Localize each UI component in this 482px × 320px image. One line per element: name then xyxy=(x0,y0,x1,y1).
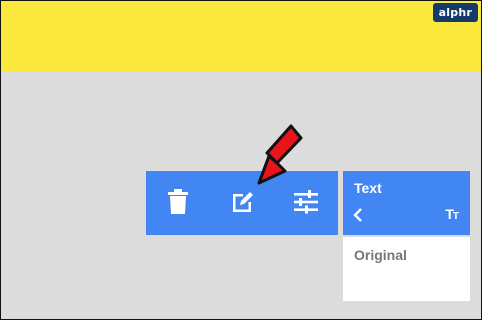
watermark-logo: alphr xyxy=(432,3,478,22)
delete-button[interactable] xyxy=(160,184,196,220)
sliders-icon xyxy=(294,190,318,214)
font-size-icon-small: T xyxy=(452,211,459,222)
option-original[interactable]: Original xyxy=(354,247,407,263)
trash-icon xyxy=(168,189,188,214)
text-panel-title: Text xyxy=(354,180,382,196)
text-panel-header: Text TT xyxy=(343,171,470,235)
chevron-left-icon[interactable] xyxy=(351,207,367,223)
edit-icon xyxy=(233,192,253,212)
text-options-list: Original xyxy=(343,237,470,301)
font-size-icon[interactable]: TT xyxy=(445,206,459,222)
font-size-icon-large: T xyxy=(445,206,454,222)
screenshot-frame: alphr Text TT Original xyxy=(0,0,482,320)
red-arrow-annotation xyxy=(257,124,303,185)
yellow-banner xyxy=(1,1,481,72)
